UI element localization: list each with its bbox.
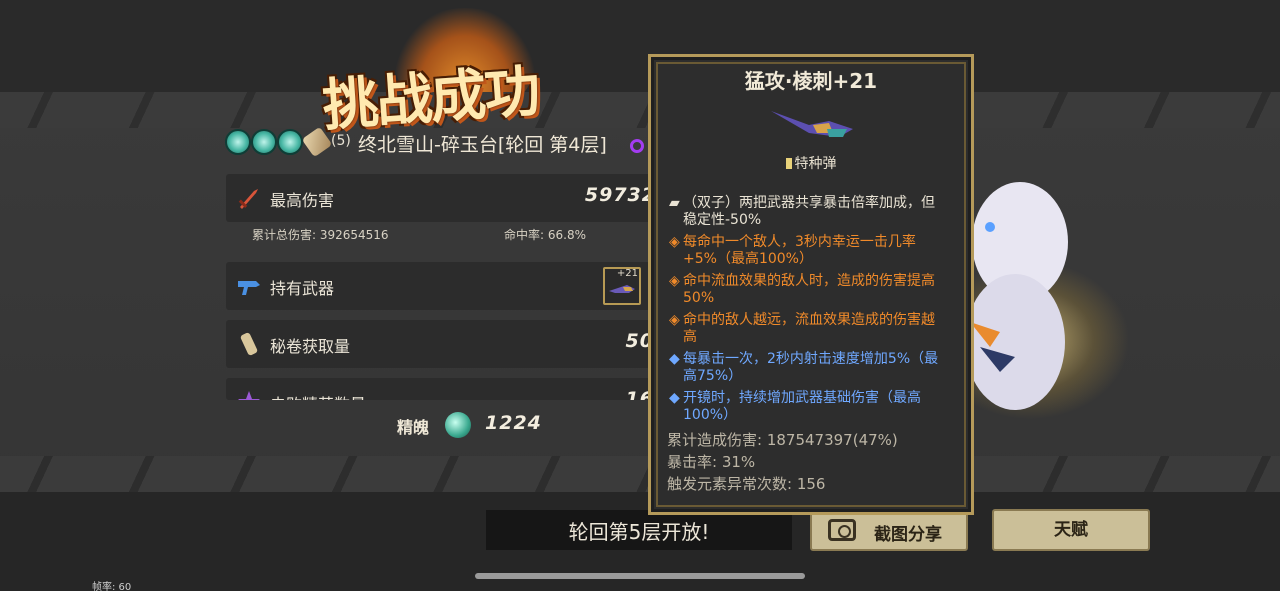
- line-indicator: ◆: [669, 351, 680, 367]
- stat-row-scrolls: 秘卷获取量 50: [226, 320, 666, 368]
- stat-row-max-damage: 最高伤害 59732: [226, 174, 666, 222]
- tooltip-stat-crit-rate: 暴击率: 31%: [667, 453, 756, 471]
- teal-element-icon: [251, 129, 277, 155]
- stage-name: 终北雪山-碎玉台[轮回 第4层]: [358, 134, 607, 156]
- line-indicator: ◈: [669, 273, 680, 289]
- weapon-slot[interactable]: +21: [603, 267, 641, 305]
- line-text: 命中流血效果的敌人时，造成的伤害提高50%: [683, 273, 935, 306]
- line-text: 开镜时，持续增加武器基础伤害（最高100%）: [683, 390, 921, 423]
- teal-element-icon: [277, 129, 303, 155]
- sword-icon: [238, 189, 258, 209]
- scroll-icon: [240, 332, 258, 356]
- soul-value: 1224: [485, 412, 542, 434]
- line-text: （双子）两把武器共享暴击倍率加成，但稳定性-50%: [683, 195, 935, 228]
- share-screenshot-button[interactable]: 截图分享: [810, 509, 968, 551]
- purple-swirl-icon: [630, 139, 644, 153]
- line-indicator: ◈: [669, 312, 680, 328]
- soul-gem-icon: [445, 412, 471, 438]
- weapon-level: +21: [616, 268, 638, 279]
- tooltip-line: ◈ 命中的敌人越远，流血效果造成的伤害越高: [669, 312, 947, 346]
- tooltip-line: ◆ 每暴击一次，2秒内射击速度增加5%（最高75%）: [669, 351, 947, 385]
- camera-icon: [828, 519, 856, 541]
- background-pattern-top: [0, 92, 1280, 128]
- bullet-icon: [785, 158, 792, 169]
- tooltip-line: ▰ （双子）两把武器共享暴击倍率加成，但稳定性-50%: [669, 195, 947, 229]
- stat-row-elites: 击败精英数量 16: [226, 378, 666, 400]
- stat-label: 最高伤害: [270, 191, 335, 210]
- stat-label: 秘卷获取量: [270, 337, 351, 356]
- hit-rate-label: 命中率: 66.8%: [504, 228, 586, 242]
- tooltip-line: ◈ 命中流血效果的敌人时，造成的伤害提高50%: [669, 273, 947, 307]
- unlock-message: 轮回第5层开放!: [568, 520, 710, 544]
- line-indicator: ◆: [669, 390, 680, 406]
- stat-row-weapons: 持有武器: [226, 262, 666, 310]
- gun-icon: [238, 281, 260, 295]
- tooltip-line: ◈ 每命中一个敌人，3秒内幸运一击几率+5%（最高100%）: [669, 234, 947, 268]
- tooltip-stat-element-trigger: 触发元素异常次数: 156: [667, 475, 826, 493]
- total-damage-label: 累计总伤害: 392654516: [252, 228, 389, 242]
- tooltip-stat-total-damage: 累计造成伤害: 187547397(47%): [667, 431, 898, 449]
- stat-label: 持有武器: [270, 279, 335, 298]
- background-top: [0, 0, 1280, 92]
- weapon-icon: [771, 111, 853, 137]
- soul-label: 精魄: [397, 418, 430, 437]
- stat-value: 59732: [584, 184, 656, 206]
- line-text: 每暴击一次，2秒内射击速度增加5%（最高75%）: [683, 351, 939, 384]
- teal-element-icon: [225, 129, 251, 155]
- scroll-count: (5): [331, 133, 351, 149]
- fps-counter: 帧率: 60: [92, 582, 132, 591]
- ammo-label: 特种弹: [794, 156, 837, 172]
- tooltip-line: ◆ 开镜时，持续增加武器基础伤害（最高100%）: [669, 390, 947, 424]
- ammo-type: 特种弹: [651, 153, 971, 173]
- character-portrait: [965, 182, 1068, 410]
- background-pattern-bottom: [0, 456, 1280, 492]
- talent-button[interactable]: 天赋: [992, 509, 1150, 551]
- line-text: 命中的敌人越远，流血效果造成的伤害越高: [683, 312, 935, 345]
- tooltip-title: 猛攻·棱刺+21: [744, 69, 878, 93]
- weapon-tooltip: 猛攻·棱刺+21 特种弹 ▰ （双子）两把武器共享暴击倍率加成，但稳定性-50%…: [648, 54, 974, 515]
- line-indicator: ◈: [669, 234, 680, 250]
- line-text: 每命中一个敌人，3秒内幸运一击几率+5%（最高100%）: [683, 234, 916, 267]
- line-indicator: ▰: [669, 195, 680, 211]
- unlock-banner: 轮回第5层开放!: [486, 510, 792, 550]
- elite-icon: [238, 391, 260, 400]
- share-button-label: 截图分享: [874, 525, 942, 545]
- home-indicator[interactable]: [475, 573, 805, 579]
- stat-label: 击败精英数量: [270, 391, 366, 400]
